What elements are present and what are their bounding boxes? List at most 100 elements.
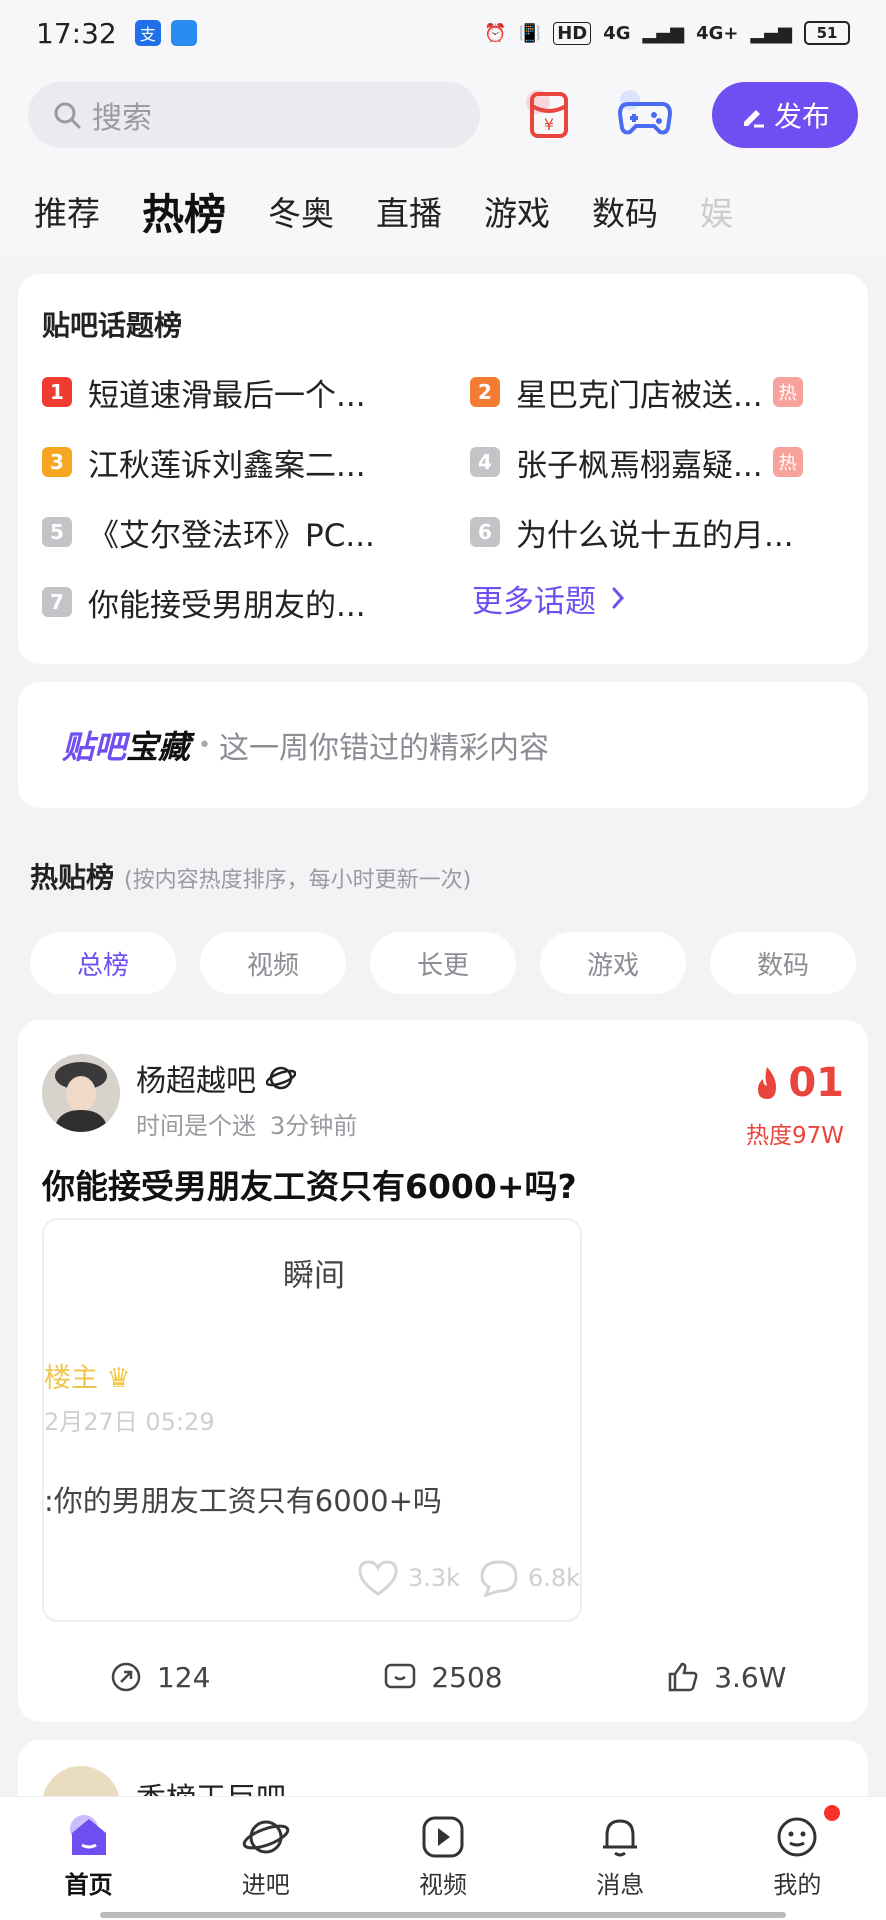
tab-recommend[interactable]: 推荐 [34,187,100,235]
post-image[interactable]: 瞬间 楼主 ♛ 2月27日 05:29 :你的男朋友工资只有6000+吗 3.3… [42,1218,582,1622]
search-input[interactable]: 搜索 [28,82,480,148]
tab-digital[interactable]: 数码 [592,187,658,235]
game-controller-icon[interactable] [614,84,676,146]
filter-all[interactable]: 总榜 [30,932,176,994]
post-heat: 热度97W [745,1123,844,1149]
topic-item[interactable]: 3 江秋莲诉刘鑫案二... [42,438,412,486]
separator-dot: • [198,732,212,758]
tab-winter-olympics[interactable]: 冬奥 [268,187,334,235]
rank-badge: 2 [470,377,500,407]
post-meta: 时间是个迷 3分钟前 [136,1106,357,1141]
thumbs-up-icon [668,1662,698,1692]
comment-button[interactable]: 2508 [301,1660,584,1694]
crown-icon: ♛ [106,1363,131,1394]
battery-icon: 51 [804,21,850,45]
bottom-navigation: 首页 进吧 视频 消息 我的 [0,1796,886,1920]
notification-dot [824,1805,841,1821]
rank-badge: 4 [470,447,500,477]
post-rank: 01 [752,1060,844,1106]
topic-board: 贴吧话题榜 1 短道速滑最后一个... 2 星巴克门店被送... 热 3 江秋莲… [18,274,868,664]
comment-icon [385,1663,416,1689]
tab-hot-list[interactable]: 热榜 [142,181,226,242]
topic-item[interactable]: 6 为什么说十五的月... [470,508,840,556]
nav-messages[interactable]: 消息 [532,1797,709,1920]
publish-label: 发布 [773,100,830,133]
more-topics-link[interactable]: 更多话题 [472,574,842,622]
rank-badge: 6 [470,517,500,547]
top-header: 搜索 ¥ 发布 推荐 热榜 冬奥 直播 游戏 数码 娱 [0,66,886,256]
tab-entertainment[interactable]: 娱 [700,187,733,235]
media-date: 2月27日 05:29 [44,1408,215,1436]
nav-video[interactable]: 视频 [354,1797,531,1920]
topic-item[interactable]: 5 《艾尔登法环》PC... [42,508,412,556]
home-icon [69,1815,106,1855]
pen-icon [743,110,764,128]
hot-posts-filters: 总榜 视频 长更 游戏 数码 [30,932,856,994]
publish-button[interactable]: 发布 [712,82,858,148]
rank-badge: 1 [42,377,72,407]
video-play-icon [422,1816,464,1858]
gesture-bar [100,1912,786,1918]
hot-badge: 热 [772,447,803,477]
topic-board-title: 贴吧话题榜 [42,309,183,342]
like-button[interactable]: 3.6W [585,1660,868,1694]
treasure-brand-part2: 宝藏 [126,728,191,766]
alarm-icon: ⏰ [484,22,507,44]
filter-long-update[interactable]: 长更 [370,932,516,994]
nav-profile[interactable]: 我的 [709,1797,886,1920]
topic-text: 江秋莲诉刘鑫案二... [88,447,366,484]
bell-icon [603,1819,638,1857]
chevron-right-icon [612,587,625,609]
signal-icon-2: ▂▄▆ [750,22,792,44]
nav-forums[interactable]: 进吧 [177,1797,354,1920]
category-tabs: 推荐 热榜 冬奥 直播 游戏 数码 娱 [0,176,886,246]
network-4g-icon: 4G [603,22,631,44]
search-placeholder: 搜索 [92,101,152,136]
treasure-brand-part1: 贴吧 [62,728,127,766]
post-actions: 124 2508 3.6W [18,1660,868,1694]
status-bar: 17:32 支 ⏰ 📳 HD 4G ▂▄▆ 4G+ ▂▄▆ 51 [0,0,886,66]
topic-text: 为什么说十五的月... [516,517,794,554]
topic-item[interactable]: 1 短道速滑最后一个... [42,368,412,416]
tab-live[interactable]: 直播 [376,187,442,235]
filter-digital[interactable]: 数码 [710,932,856,994]
treasure-banner[interactable]: 贴吧 宝藏 • 这一周你错过的精彩内容 [18,682,868,808]
topic-text: 星巴克门店被送... [516,377,763,414]
nav-home[interactable]: 首页 [0,1797,177,1920]
search-icon [54,102,81,129]
hot-posts-subtitle: (按内容热度排序，每小时更新一次) [124,868,472,893]
heart-icon [358,1560,398,1596]
filter-video[interactable]: 视频 [200,932,346,994]
planet-icon [266,1066,296,1090]
smile-face-icon [777,1817,817,1857]
forum-name-text: 杨超越吧 [136,1064,256,1099]
like-count: 3.6W [714,1660,787,1694]
svg-text:¥: ¥ [544,115,554,134]
hot-posts-title: 热贴榜 [30,861,115,894]
vibrate-icon: 📳 [518,22,542,44]
share-button[interactable]: 124 [18,1660,301,1694]
map-app-icon [170,20,197,46]
network-4gplus-icon: 4G+ [696,22,739,44]
topic-item[interactable]: 7 你能接受男朋友的... [42,578,412,626]
red-envelope-icon[interactable]: ¥ [518,84,580,146]
filter-games[interactable]: 游戏 [540,932,686,994]
tab-games[interactable]: 游戏 [484,187,550,235]
forum-name[interactable]: 杨超越吧 [136,1056,296,1100]
post-author: 时间是个迷 [136,1112,256,1140]
topic-text: 你能接受男朋友的... [88,587,366,624]
forum-avatar[interactable] [42,1054,120,1132]
planet-nav-icon [242,1820,290,1854]
media-owner-label: 楼主 ♛ [44,1363,131,1394]
media-likes: 3.3k [356,1558,460,1598]
hd-icon: HD [553,21,592,45]
media-comments: 6.8k [478,1558,580,1598]
topic-item[interactable]: 2 星巴克门店被送... 热 [470,368,840,416]
alipay-app-icon: 支 [134,20,161,46]
post-title[interactable]: 你能接受男朋友工资只有6000+吗? [42,1160,577,1208]
post-card[interactable]: 杨超越吧 时间是个迷 3分钟前 01 热度97W 你能接受男朋友工资只有6000+… [18,1020,868,1722]
media-header: 瞬间 [283,1258,345,1294]
topic-item[interactable]: 4 张子枫焉栩嘉疑... 热 [470,438,840,486]
topic-text: 《艾尔登法环》PC... [88,517,375,554]
topic-text: 张子枫焉栩嘉疑... [516,447,763,484]
